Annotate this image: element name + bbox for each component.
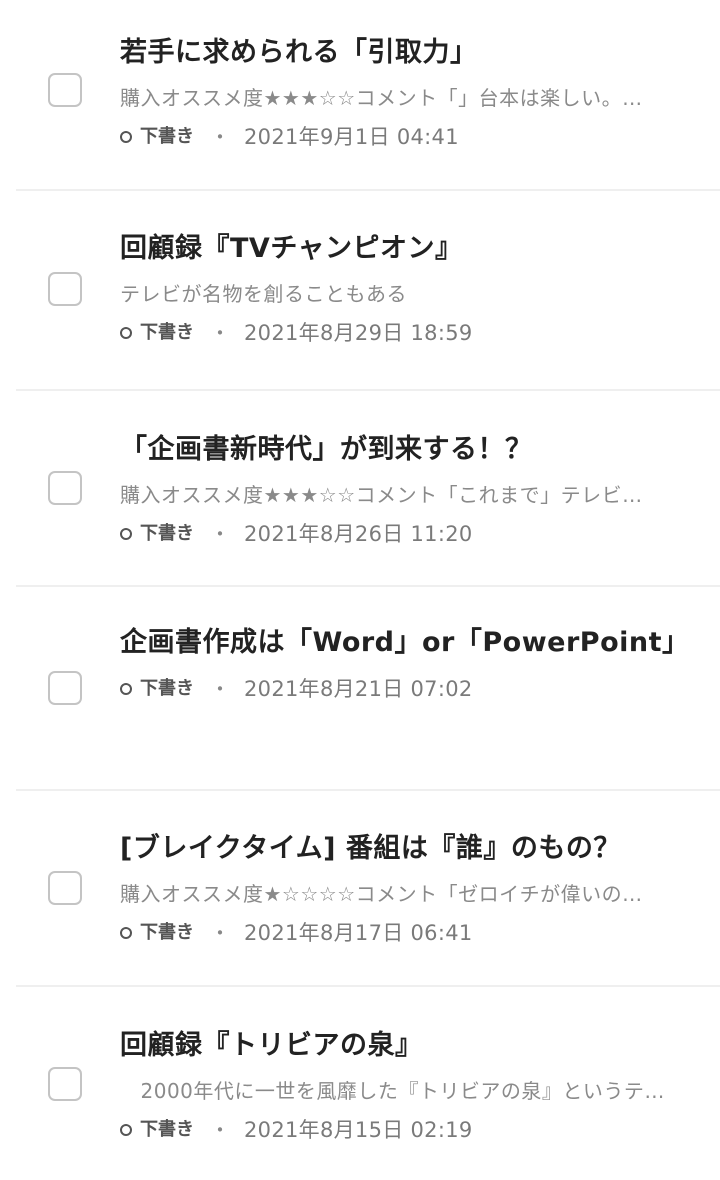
draft-status-icon <box>120 927 132 939</box>
list-item[interactable]: [ブレイクタイム] 番組は『誰』のもの？ 購入オススメ度★☆☆☆☆コメント「ゼロ… <box>16 791 720 987</box>
post-excerpt: テレビが名物を創ることもある <box>120 282 407 306</box>
post-excerpt: 購入オススメ度★★★☆☆コメント「」台本は楽しい。… <box>120 86 643 110</box>
post-meta: 下書き ・ 2021年8月26日 11:20 <box>120 519 710 549</box>
post-date: 2021年8月26日 11:20 <box>244 522 473 546</box>
separator: ・ <box>210 1118 230 1142</box>
post-date: 2021年8月21日 07:02 <box>244 677 473 701</box>
list-item[interactable]: 「企画書新時代」が到来する！？ 購入オススメ度★★★☆☆コメント「これまで」テレ… <box>16 391 720 587</box>
separator: ・ <box>210 921 230 945</box>
list-item[interactable]: 回顧録『TVチャンピオン』 テレビが名物を創ることもある 下書き ・ 2021年… <box>16 191 720 391</box>
post-excerpt: 購入オススメ度★★★☆☆コメント「これまで」テレビ… <box>120 483 643 507</box>
status-label: 下書き <box>140 678 194 699</box>
status-label: 下書き <box>140 1119 194 1140</box>
post-excerpt: 購入オススメ度★☆☆☆☆コメント「ゼロイチが偉いの… <box>120 882 643 906</box>
separator: ・ <box>210 677 230 701</box>
status-label: 下書き <box>140 322 194 343</box>
select-checkbox[interactable] <box>48 73 82 107</box>
post-meta: 下書き ・ 2021年8月17日 06:41 <box>120 918 710 948</box>
post-date: 2021年9月1日 04:41 <box>244 125 459 149</box>
post-title[interactable]: 回顧録『トリビアの泉』 <box>120 1021 710 1071</box>
status-label: 下書き <box>140 523 194 544</box>
draft-status-icon <box>120 528 132 540</box>
select-checkbox[interactable] <box>48 671 82 705</box>
post-date: 2021年8月15日 02:19 <box>244 1118 473 1142</box>
draft-status-icon <box>120 131 132 143</box>
post-excerpt: 2000年代に一世を風靡した『トリビアの泉』というテ… <box>120 1079 665 1103</box>
post-meta: 下書き ・ 2021年8月15日 02:19 <box>120 1115 710 1145</box>
status-label: 下書き <box>140 922 194 943</box>
draft-list: 若手に求められる「引取力」 購入オススメ度★★★☆☆コメント「」台本は楽しい。…… <box>0 0 720 1180</box>
post-title[interactable]: 若手に求められる「引取力」 <box>120 28 710 78</box>
select-checkbox[interactable] <box>48 871 82 905</box>
draft-status-icon <box>120 327 132 339</box>
list-item[interactable]: 若手に求められる「引取力」 購入オススメ度★★★☆☆コメント「」台本は楽しい。…… <box>16 0 720 191</box>
post-title[interactable]: 企画書作成は「Word」or「PowerPoint」 <box>120 618 700 668</box>
post-date: 2021年8月17日 06:41 <box>244 921 473 945</box>
draft-status-icon <box>120 1124 132 1136</box>
post-title[interactable]: [ブレイクタイム] 番組は『誰』のもの？ <box>120 824 710 874</box>
post-date: 2021年8月29日 18:59 <box>244 321 473 345</box>
list-item[interactable]: 企画書作成は「Word」or「PowerPoint」 下書き ・ 2021年8月… <box>16 587 720 791</box>
draft-status-icon <box>120 683 132 695</box>
post-meta: 下書き ・ 2021年8月21日 07:02 <box>120 674 710 704</box>
select-checkbox[interactable] <box>48 1067 82 1101</box>
post-meta: 下書き ・ 2021年8月29日 18:59 <box>120 318 710 348</box>
post-title[interactable]: 回顧録『TVチャンピオン』 <box>120 224 710 274</box>
post-title[interactable]: 「企画書新時代」が到来する！？ <box>120 425 710 475</box>
status-label: 下書き <box>140 126 194 147</box>
separator: ・ <box>210 522 230 546</box>
list-item[interactable]: 回顧録『トリビアの泉』 2000年代に一世を風靡した『トリビアの泉』というテ… … <box>16 987 720 1180</box>
separator: ・ <box>210 125 230 149</box>
post-meta: 下書き ・ 2021年9月1日 04:41 <box>120 122 710 152</box>
separator: ・ <box>210 321 230 345</box>
select-checkbox[interactable] <box>48 272 82 306</box>
select-checkbox[interactable] <box>48 471 82 505</box>
